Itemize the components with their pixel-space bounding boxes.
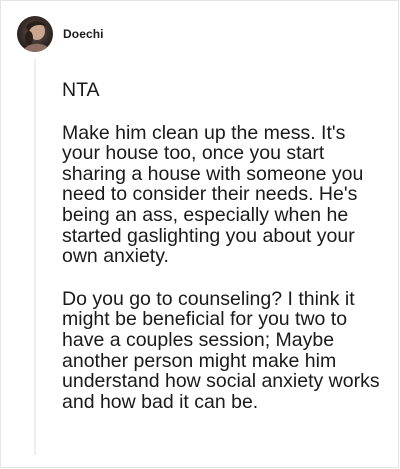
comment-paragraph: NTA (62, 79, 100, 101)
comment-card: Doechi NTA Make him clean up the mess. I… (0, 0, 399, 468)
user-avatar-icon (17, 16, 53, 52)
thread-collapse-line[interactable] (34, 59, 36, 455)
comment-header: Doechi (17, 16, 104, 52)
author-name[interactable]: Doechi (63, 27, 104, 41)
comment-paragraph: Do you go to counseling? I think it migh… (62, 287, 380, 413)
comment-body: NTA Make him clean up the mess. It's you… (62, 80, 384, 412)
avatar[interactable] (17, 16, 53, 52)
comment-paragraph: Make him clean up the mess. It's your ho… (62, 121, 364, 268)
